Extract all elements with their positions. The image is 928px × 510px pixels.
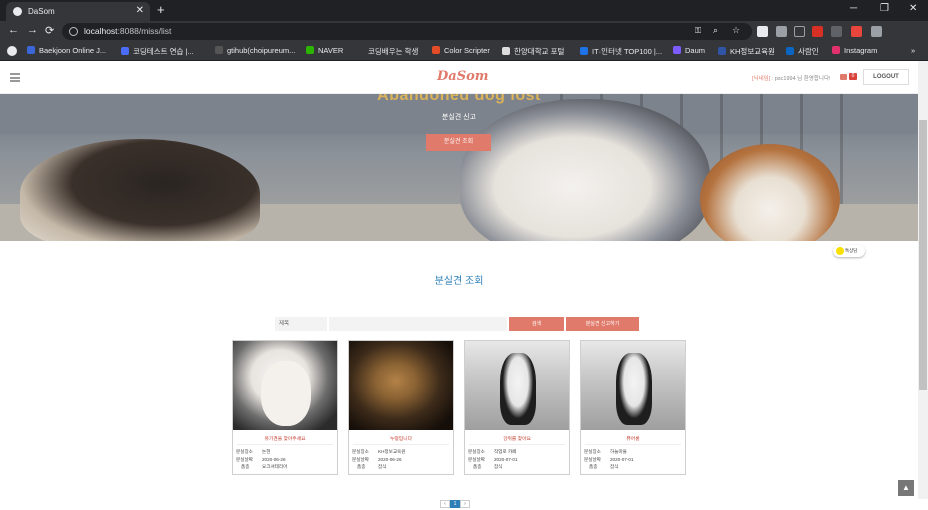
card-title: 강쥐를 찾아요 [503,437,531,442]
kakao-chat-button[interactable]: 톡상담 [833,245,865,257]
forward-button[interactable]: → [27,24,38,36]
card-details: 분실장소 KH정보교육원 분실날짜 2020-06-26 품종 잡식 [352,449,406,469]
bookmark-item[interactable]: 코딩테스트 연습 |... [121,46,194,57]
zoom-icon[interactable]: ⌕ [713,25,718,36]
bookmark-item[interactable]: Baekjoon Online J... [27,46,106,55]
puzzle-icon[interactable] [871,26,882,37]
bookmark-item[interactable]: IT·인터넷 TOP100 |... [580,46,662,57]
key-icon[interactable]: ⚿ [695,26,701,36]
card-title: 퓨어롱 [626,437,640,442]
bookmark-favicon-icon [306,46,314,54]
address-bar[interactable]: localhost:8088/miss/list ⚿ ⌕ ☆ [62,23,752,40]
bookmark-item[interactable]: 코딩배우는 학생 [368,46,418,57]
card-details: 분실장소 논현 분실날짜 2020-06-26 품종 요크셔테리어 [236,449,288,469]
extension-icon[interactable] [776,26,787,37]
bookmark-favicon-icon [27,46,35,54]
browser-toolbar: ← → ⟳ localhost:8088/miss/list ⚿ ⌕ ☆ 토마 … [0,21,928,59]
card-title: 유기견을 찾아주세요 [264,437,306,442]
bookmark-item[interactable]: Daum [673,46,705,55]
dog-photo [465,341,569,430]
bookmark-item[interactable]: KH정보교육원 [718,46,775,57]
pocket-icon[interactable] [794,26,805,37]
hero-puppy-image [700,144,840,241]
site-favicon-icon [13,7,22,16]
bookmark-favicon-icon [832,46,840,54]
bookmark-favicon-icon [121,47,129,55]
card-details: 분실장소 하늘마을 분실날짜 2020-07-01 품종 잡식 [584,449,634,469]
report-lost-dog-button[interactable]: 분실견 신고하기 [566,317,639,331]
new-tab-button[interactable]: + [157,2,165,17]
bookmark-item[interactable]: NAVER [306,46,343,55]
back-button[interactable]: ← [8,24,19,36]
search-type-select[interactable]: 제목 [275,317,327,331]
welcome-message: [닉네임] : psc1994 님 환영합니다! [752,76,831,82]
pagination-next-button[interactable]: › [460,500,470,508]
bookmark-item[interactable]: gtihub(choipureum... [215,46,295,55]
tab-title: DaSom [28,7,55,16]
card-details: 분실장소 작업로 카페 분실날짜 2020-07-01 품종 잡식 [468,449,518,469]
hero-title: Abandoned dog lost [377,94,541,104]
lost-dog-card[interactable]: 강쥐를 찾아요 분실장소 작업로 카페 분실날짜 2020-07-01 품종 잡식 [464,340,570,475]
bookmark-favicon-icon [502,47,510,55]
bookmark-favicon-icon [718,47,726,55]
scroll-to-top-button[interactable]: ▲ [898,480,914,496]
scrollbar-thumb[interactable] [919,120,927,390]
bookmark-star-icon[interactable]: ☆ [732,25,740,36]
bookmark-favicon-icon [786,47,794,55]
dog-photo [349,341,453,430]
lost-dog-search-button[interactable]: 분실견 조회 [426,134,491,151]
hero-banner: Abandoned dog lost 분실견 신고 분실견 조회 [0,94,918,241]
lost-dog-card[interactable]: 누렁입니다 분실장소 KH정보교육원 분실날짜 2020-06-26 품종 잡식 [348,340,454,475]
search-input[interactable] [329,317,507,331]
hero-subtitle: 분실견 신고 [441,114,477,121]
mail-icon[interactable] [840,74,847,80]
minimize-window-button[interactable]: ─ [850,3,857,14]
bookmark-item[interactable]: Color Scripter [432,46,490,55]
bookmark-favicon-icon [215,46,223,54]
card-title: 누렁입니다 [389,437,413,442]
site-logo[interactable]: DaSom [437,69,489,84]
bookmarks-bar: Baekjoon Online J... 코딩테스트 연습 |... gtihu… [0,42,928,61]
logout-button[interactable]: LOGOUT [863,69,909,85]
pdf-icon[interactable] [812,26,823,37]
browser-tab[interactable]: DaSom ✕ [6,2,150,21]
bookmark-item[interactable]: 사람인 [786,46,819,57]
bookmarks-more-icon[interactable]: » [911,46,915,55]
site-header: DaSom [닉네임] : psc1994 님 환영합니다! 0 LOGOUT [0,61,918,94]
mail-count-badge[interactable]: 0 [849,73,857,80]
lost-dog-card[interactable]: 유기견을 찾아주세요 분실장소 논현 분실날짜 2020-06-26 품종 요크셔테리… [232,340,338,475]
bookmark-favicon-icon [673,46,681,54]
bookmark-favicon-icon [580,47,588,55]
pagination-prev-button[interactable]: ‹ [440,500,450,508]
reload-button[interactable]: ⟳ [45,24,54,37]
hamburger-menu-icon[interactable] [10,73,20,82]
hero-puppy-image [20,139,260,241]
url-text: localhost:8088/miss/list [84,26,172,36]
extension-icon[interactable] [851,26,862,37]
tab-close-icon[interactable]: ✕ [136,5,144,16]
lost-dog-card[interactable]: 퓨어롱 분실장소 하늘마을 분실날짜 2020-07-01 품종 잡식 [580,340,686,475]
bookmark-item[interactable]: Instagram [832,46,877,55]
dog-photo [233,341,337,430]
bookmark-item[interactable]: 한양대학교 포털 [502,46,564,57]
extension-icon[interactable] [831,26,842,37]
apps-icon[interactable] [7,46,17,56]
bookmark-favicon-icon [432,46,440,54]
dog-photo [581,341,685,430]
site-info-icon[interactable] [69,27,78,36]
page-title: 분실견 조회 [434,276,484,287]
close-window-button[interactable]: ✕ [909,3,917,14]
extension-icon[interactable] [757,26,768,37]
browser-tab-bar: DaSom ✕ + ─ ❐ ✕ [0,0,928,21]
search-button[interactable]: 검색 [509,317,564,331]
maximize-window-button[interactable]: ❐ [880,3,889,14]
pagination-page-button[interactable]: 1 [450,500,460,508]
